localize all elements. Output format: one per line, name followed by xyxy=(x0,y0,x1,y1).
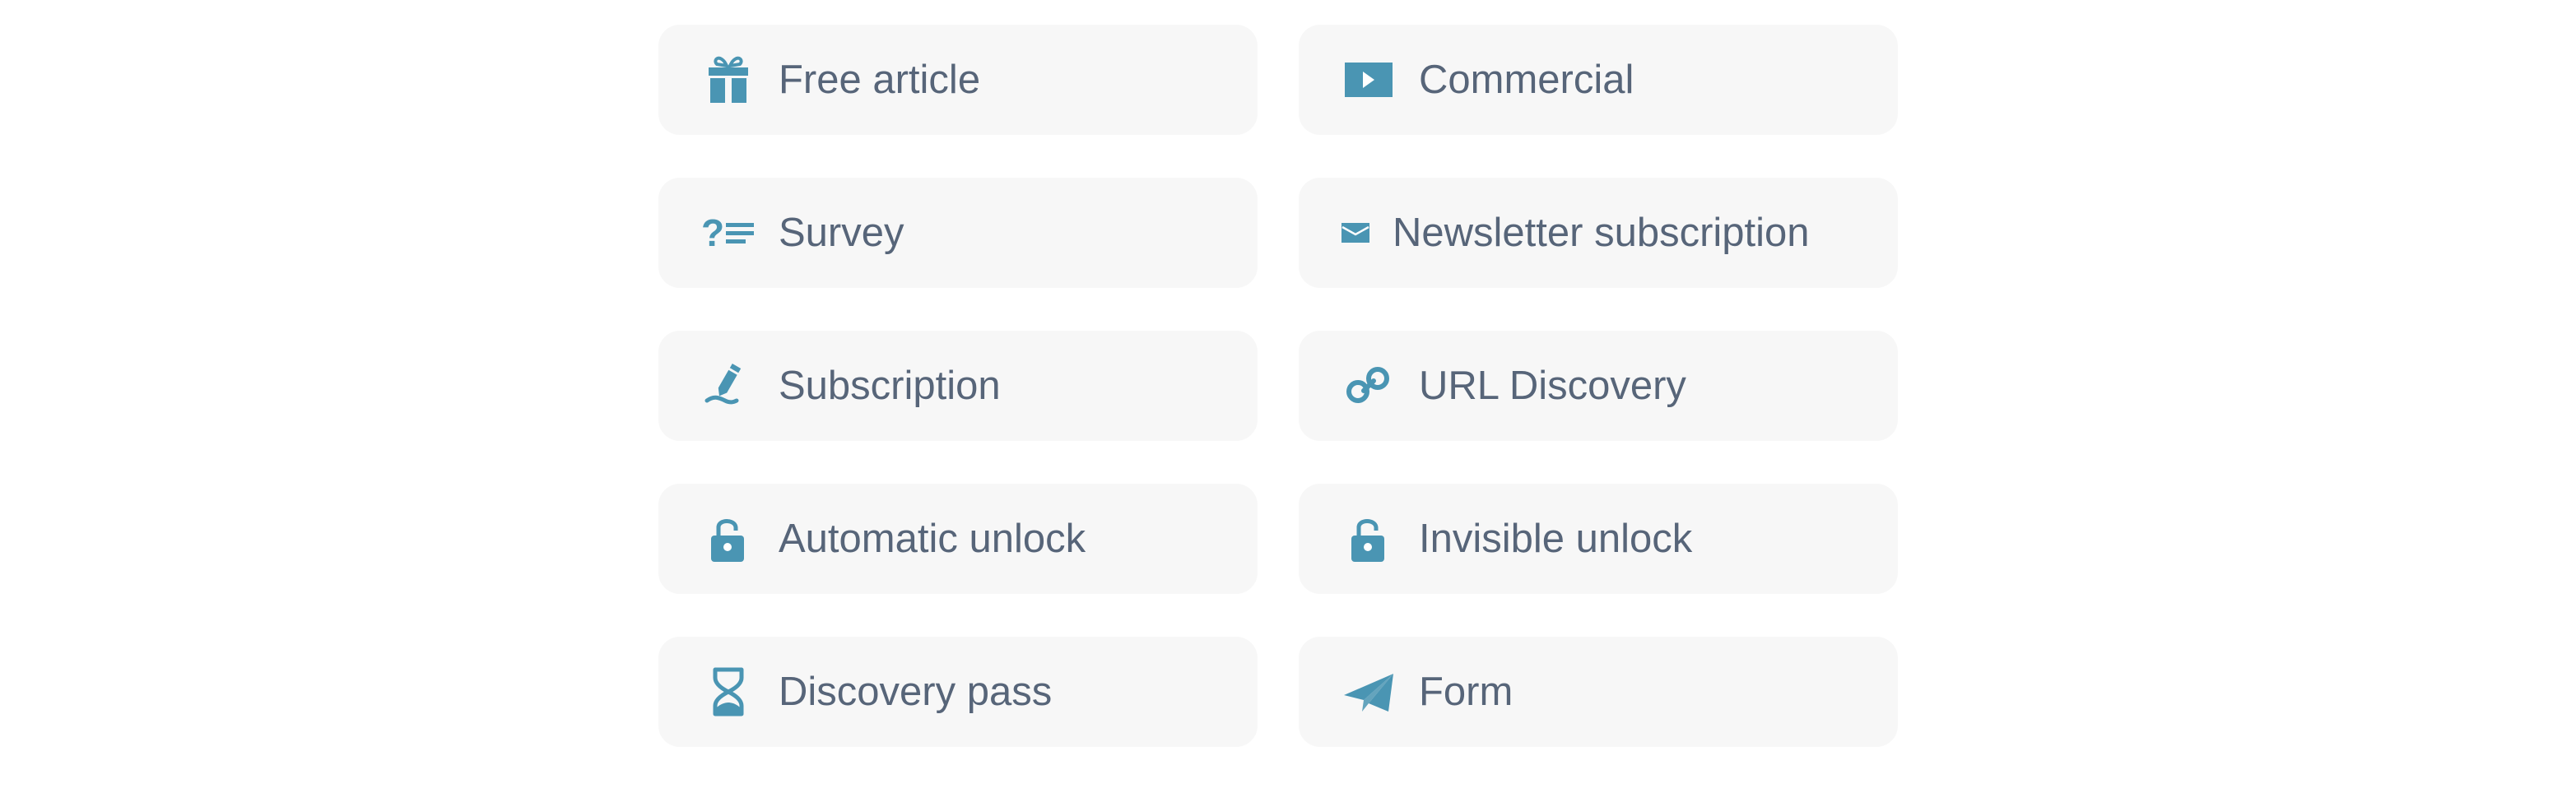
envelope-icon xyxy=(1328,208,1383,257)
option-form[interactable]: Form xyxy=(1299,637,1898,747)
option-label: URL Discovery xyxy=(1419,364,1686,408)
option-subscription[interactable]: Subscription xyxy=(658,331,1258,441)
option-invisible-unlock[interactable]: Invisible unlock xyxy=(1299,484,1898,594)
option-newsletter-subscription[interactable]: Newsletter subscription xyxy=(1299,178,1898,288)
video-play-icon xyxy=(1341,55,1396,104)
hourglass-icon xyxy=(701,667,756,716)
option-label: Invisible unlock xyxy=(1419,517,1693,561)
option-label: Free article xyxy=(779,58,981,102)
option-survey[interactable]: ? Survey xyxy=(658,178,1258,288)
gift-icon xyxy=(701,55,756,104)
unlock-icon xyxy=(701,514,756,563)
option-label: Subscription xyxy=(779,364,1001,408)
option-url-discovery[interactable]: URL Discovery xyxy=(1299,331,1898,441)
option-label: Discovery pass xyxy=(779,670,1053,714)
option-free-article[interactable]: Free article xyxy=(658,25,1258,135)
link-icon xyxy=(1341,361,1396,410)
signature-pen-icon xyxy=(701,361,756,410)
question-list-icon: ? xyxy=(701,208,756,257)
option-automatic-unlock[interactable]: Automatic unlock xyxy=(658,484,1258,594)
option-label: Form xyxy=(1419,670,1514,714)
unlock-options-grid: Free article Commercial ? Survey Newslet… xyxy=(658,25,1898,747)
option-label: Newsletter subscription xyxy=(1393,211,1810,255)
paper-plane-icon xyxy=(1341,667,1396,716)
option-commercial[interactable]: Commercial xyxy=(1299,25,1898,135)
svg-text:?: ? xyxy=(701,215,724,251)
option-label: Commercial xyxy=(1419,58,1634,102)
unlock-icon xyxy=(1341,514,1396,563)
option-label: Automatic unlock xyxy=(779,517,1086,561)
option-discovery-pass[interactable]: Discovery pass xyxy=(658,637,1258,747)
option-label: Survey xyxy=(779,211,904,255)
